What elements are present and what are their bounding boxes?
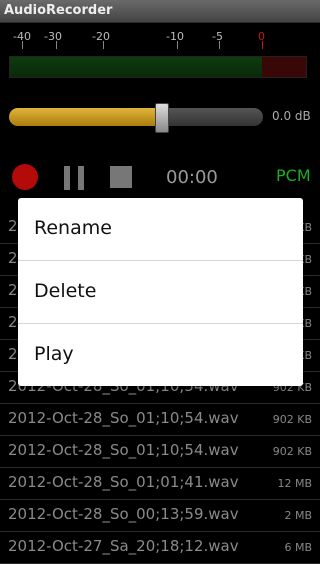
context-menu-dialog: Rename Delete Play [18, 198, 303, 386]
file-name: 2012-Oct-28_So_00;13;59.wav [8, 505, 239, 523]
list-item[interactable]: 2012-Oct-28_So_01;01;41.wav 12 MB [0, 468, 320, 500]
file-size: 12 MB [277, 477, 312, 490]
clip-zone [262, 57, 306, 77]
file-size: 2 MB [284, 509, 312, 522]
file-name: 2012-Oct-27_Sa_20;18;12.wav [8, 537, 239, 555]
scale-tick [262, 41, 263, 49]
gain-value: 0.0 dB [272, 109, 311, 123]
scale-tick [177, 41, 178, 49]
elapsed-time: 00:00 [166, 167, 218, 188]
file-size: 902 KB [272, 413, 312, 426]
scale-tick [103, 41, 104, 49]
list-item[interactable]: 2012-Oct-27_Sa_20;18;12.wav 6 MB [0, 532, 320, 564]
list-item[interactable]: 2012-Oct-28_So_01;10;54.wav 902 KB [0, 436, 320, 468]
menu-item-label: Rename [34, 217, 112, 239]
gain-slider-thumb[interactable] [155, 103, 169, 133]
gain-slider[interactable] [9, 108, 263, 126]
transport-controls: 00:00 PCM [0, 160, 320, 196]
menu-item-rename[interactable]: Rename [18, 198, 303, 261]
scale-label: -30 [44, 30, 62, 43]
file-size: 6 MB [284, 541, 312, 554]
menu-item-label: Delete [34, 280, 97, 302]
menu-item-play[interactable]: Play [18, 324, 303, 386]
list-item[interactable]: 2012-Oct-28_So_00;13;59.wav 2 MB [0, 500, 320, 532]
pause-icon [78, 166, 84, 190]
scale-label: -5 [212, 30, 223, 43]
file-name: 2012-Oct-28_So_01;01;41.wav [8, 473, 239, 491]
list-item[interactable]: 2012-Oct-28_So_01;10;54.wav 902 KB [0, 404, 320, 436]
pause-button[interactable] [64, 166, 84, 190]
menu-item-delete[interactable]: Delete [18, 261, 303, 324]
menu-item-label: Play [34, 343, 74, 365]
meter-scale: -40 -30 -20 -10 -5 0 [0, 30, 320, 46]
scale-label: -20 [92, 30, 110, 43]
pause-icon [64, 166, 70, 190]
title-bar: AudioRecorder [0, 0, 320, 23]
scale-tick [56, 41, 57, 49]
level-meter [9, 56, 307, 78]
scale-label: -10 [166, 30, 184, 43]
gain-slider-fill [9, 108, 161, 126]
file-name: 2012-Oct-28_So_01;10;54.wav [8, 441, 239, 459]
stop-button[interactable] [110, 166, 132, 188]
scale-tick [219, 41, 220, 49]
record-button[interactable] [12, 164, 38, 190]
app-title: AudioRecorder [4, 3, 113, 18]
format-label[interactable]: PCM [276, 166, 311, 185]
file-size: 902 KB [272, 445, 312, 458]
scale-tick [22, 41, 23, 49]
file-name: 2012-Oct-28_So_01;10;54.wav [8, 409, 239, 427]
